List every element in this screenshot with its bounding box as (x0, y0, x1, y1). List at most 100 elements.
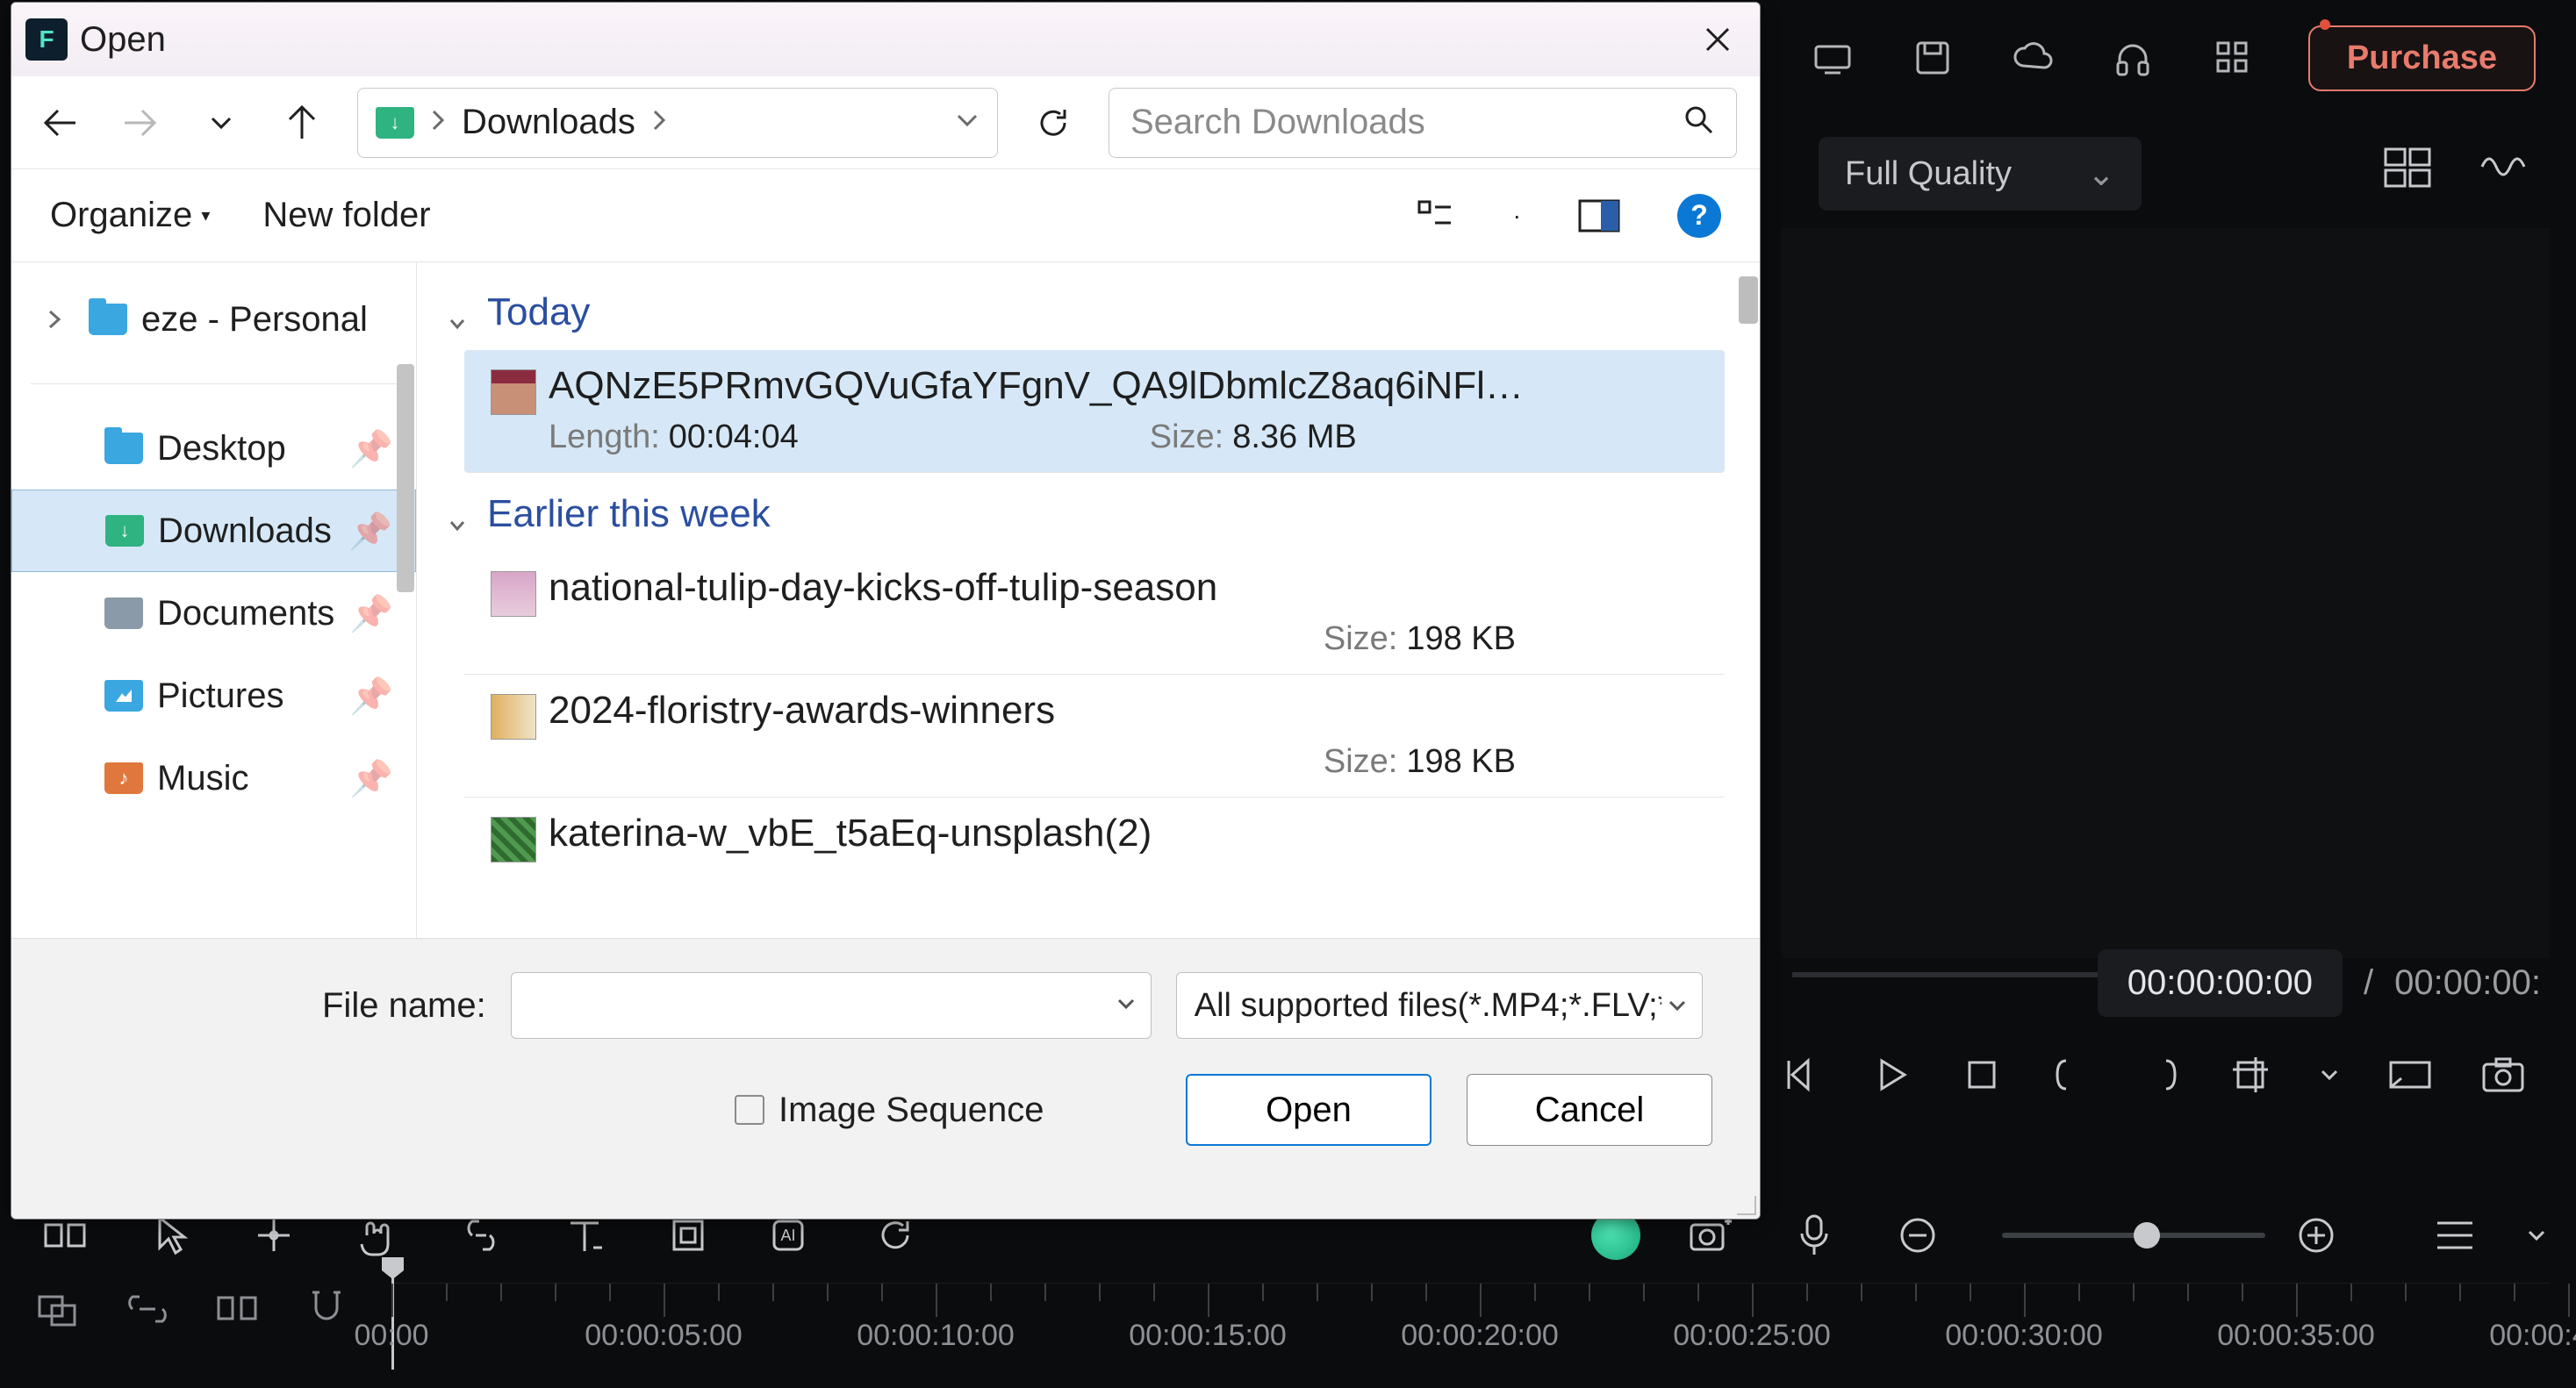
cloud-icon[interactable] (2008, 33, 2057, 82)
headphones-icon[interactable] (2108, 33, 2157, 82)
save-icon[interactable] (1908, 33, 1957, 82)
ruler-minor-tick (2187, 1284, 2189, 1301)
pin-icon[interactable]: 📌 (348, 511, 392, 552)
ruler-minor-tick (609, 1284, 611, 1301)
apps-icon[interactable] (2208, 33, 2257, 82)
file-item[interactable]: national-tulip-day-kicks-off-tulip-seaso… (464, 552, 1725, 675)
search-input[interactable] (1130, 103, 1715, 142)
search-icon[interactable] (1683, 104, 1715, 140)
organize-label: Organize (50, 196, 192, 235)
tree-item-personal[interactable]: eze - Personal (11, 278, 416, 361)
filetype-filter[interactable]: All supported files(*.MP4;*.FLV;*. (1176, 972, 1703, 1039)
pin-icon[interactable]: 📌 (349, 428, 393, 469)
split-icon[interactable] (211, 1283, 263, 1335)
chevron-down-icon[interactable] (1661, 987, 1688, 1025)
play-icon[interactable] (1871, 1046, 1913, 1104)
chevron-right-icon[interactable] (651, 108, 667, 137)
tracks-icon[interactable] (2420, 1207, 2490, 1263)
organize-button[interactable]: Organize▾ (50, 196, 210, 235)
file-name: national-tulip-day-kicks-off-tulip-seaso… (549, 566, 1709, 610)
image-sequence-checkbox[interactable]: Image Sequence (735, 1091, 1044, 1130)
mic-icon[interactable] (1779, 1207, 1849, 1263)
ruler-label: 00:00:05:00 (585, 1319, 743, 1353)
search-box[interactable] (1109, 88, 1737, 158)
step-back-icon[interactable] (1782, 1046, 1824, 1104)
close-button[interactable] (1675, 3, 1760, 76)
pin-icon[interactable]: 📌 (349, 593, 393, 634)
screen-icon[interactable] (1808, 33, 1857, 82)
file-item[interactable]: AQNzE5PRmvGQVuGfaYFgnV_QA9lDbmlcZ8aq6iNF… (464, 350, 1725, 473)
tree-scrollbar[interactable] (397, 364, 414, 592)
ruler-tick (936, 1284, 937, 1317)
zoom-slider[interactable] (2002, 1233, 2265, 1238)
snapshot-icon[interactable] (2480, 1046, 2526, 1104)
magnet-icon[interactable] (300, 1283, 353, 1335)
ruler-minor-tick (827, 1284, 829, 1301)
crop-icon[interactable] (2229, 1046, 2271, 1104)
view-mode-button[interactable] (1410, 190, 1460, 241)
filelist-scrollbar[interactable] (1739, 276, 1758, 324)
zoom-slider-knob[interactable] (2134, 1222, 2160, 1248)
preview-scrubber[interactable] (1792, 972, 2137, 977)
group-header-today[interactable]: Today (447, 290, 1725, 334)
tree-item-documents[interactable]: Documents 📌 (11, 572, 416, 655)
expand-icon[interactable] (47, 300, 75, 340)
group-label: Earlier this week (487, 492, 771, 536)
ruler-minor-tick (2350, 1284, 2352, 1301)
address-bar[interactable]: Downloads (357, 88, 998, 158)
nav-recent-button[interactable] (196, 97, 247, 148)
aspect-icon[interactable] (2387, 1046, 2433, 1104)
zoom-out-icon[interactable] (1883, 1207, 1953, 1263)
tree-item-pictures[interactable]: Pictures 📌 (11, 655, 416, 737)
nav-tree: eze - Personal Desktop 📌 Downloads 📌 Doc… (11, 262, 417, 938)
zoom-in-icon[interactable] (2281, 1207, 2351, 1263)
breadcrumb-label[interactable]: Downloads (462, 103, 635, 142)
refresh-button[interactable] (1028, 97, 1079, 148)
nav-back-button[interactable] (34, 97, 85, 148)
downloads-folder-icon (376, 107, 414, 139)
new-folder-button[interactable]: New folder (262, 196, 430, 235)
dialog-titlebar[interactable]: F Open (11, 3, 1760, 76)
chevron-down-icon[interactable] (1116, 993, 1137, 1019)
address-dropdown-button[interactable] (955, 108, 979, 137)
new-folder-label: New folder (262, 196, 430, 235)
nav-forward-button[interactable] (115, 97, 166, 148)
quality-dropdown[interactable]: Full Quality ⌄ (1819, 137, 2142, 211)
chevron-down-icon[interactable] (2319, 1046, 2340, 1104)
ruler-label: 00:00:40:00 (2489, 1319, 2576, 1353)
tree-item-downloads[interactable]: Downloads 📌 (11, 490, 416, 572)
timecode-current[interactable]: 00:00:00:00 (2098, 949, 2343, 1017)
mark-out-icon[interactable] (2140, 1046, 2182, 1104)
mark-in-icon[interactable] (2050, 1046, 2092, 1104)
layout-grid-icon[interactable] (2378, 140, 2439, 193)
resize-grip[interactable] (1732, 1191, 1756, 1215)
timeline-ruler[interactable]: 00:0000:00:05:0000:00:10:0000:00:15:0000… (391, 1283, 2550, 1362)
group-header-earlier[interactable]: Earlier this week (447, 492, 1725, 536)
documents-folder-icon (104, 597, 143, 629)
group-icon[interactable] (32, 1283, 84, 1335)
stop-icon[interactable] (1961, 1046, 2003, 1104)
file-item[interactable]: katerina-w_vbE_t5aEq-unsplash(2) (464, 798, 1725, 871)
open-button[interactable]: Open (1186, 1074, 1432, 1146)
ruler-minor-tick (1044, 1284, 1046, 1301)
file-item[interactable]: 2024-floristry-awards-winners Size:198 K… (464, 675, 1725, 798)
nav-up-button[interactable] (276, 97, 327, 148)
tree-item-music[interactable]: ♪ Music 📌 (11, 737, 416, 819)
waveform-icon[interactable] (2474, 140, 2536, 193)
ruler-tick (2024, 1284, 2026, 1317)
desktop-folder-icon (104, 433, 143, 464)
pin-icon[interactable]: 📌 (349, 758, 393, 799)
ruler-minor-tick (1099, 1284, 1101, 1301)
cancel-button[interactable]: Cancel (1467, 1074, 1712, 1146)
ruler-tick (1480, 1284, 1482, 1317)
chevron-down-icon[interactable] (2523, 1207, 2550, 1263)
preview-pane-button[interactable] (1574, 190, 1625, 241)
checkbox-icon[interactable] (735, 1095, 764, 1125)
purchase-button[interactable]: Purchase (2308, 25, 2536, 91)
filename-input[interactable] (511, 972, 1152, 1039)
chain-icon[interactable] (121, 1283, 174, 1335)
pin-icon[interactable]: 📌 (349, 676, 393, 717)
tree-item-desktop[interactable]: Desktop 📌 (11, 407, 416, 490)
help-button[interactable]: ? (1677, 194, 1721, 238)
ruler-minor-tick (2459, 1284, 2461, 1301)
